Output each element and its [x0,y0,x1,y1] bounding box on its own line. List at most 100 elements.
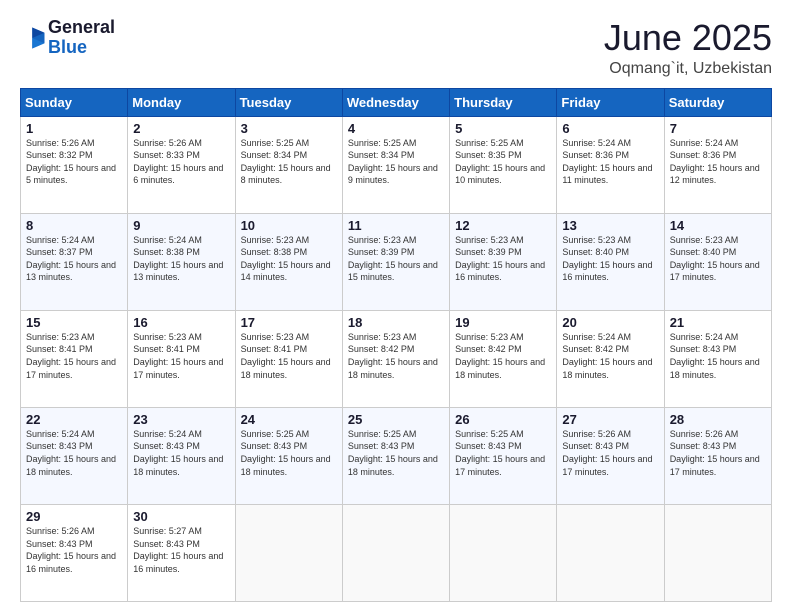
calendar-cell: 29 Sunrise: 5:26 AMSunset: 8:43 PMDaylig… [21,504,128,601]
day-info: Sunrise: 5:26 AMSunset: 8:43 PMDaylight:… [670,429,760,477]
header-tuesday: Tuesday [235,88,342,116]
day-number: 5 [455,121,551,136]
page: General Blue June 2025 Oqmang`it, Uzbeki… [0,0,792,612]
calendar-cell: 16 Sunrise: 5:23 AMSunset: 8:41 PMDaylig… [128,310,235,407]
day-info: Sunrise: 5:23 AMSunset: 8:39 PMDaylight:… [455,235,545,283]
day-number: 8 [26,218,122,233]
title-section: June 2025 Oqmang`it, Uzbekistan [604,18,772,78]
calendar-cell: 9 Sunrise: 5:24 AMSunset: 8:38 PMDayligh… [128,213,235,310]
header-row: Sunday Monday Tuesday Wednesday Thursday… [21,88,772,116]
calendar-cell: 19 Sunrise: 5:23 AMSunset: 8:42 PMDaylig… [450,310,557,407]
header-wednesday: Wednesday [342,88,449,116]
calendar-body: 1 Sunrise: 5:26 AMSunset: 8:32 PMDayligh… [21,116,772,601]
day-number: 24 [241,412,337,427]
calendar-cell [450,504,557,601]
day-number: 27 [562,412,658,427]
day-number: 22 [26,412,122,427]
main-title: June 2025 [604,18,772,58]
calendar-cell [557,504,664,601]
day-number: 29 [26,509,122,524]
day-info: Sunrise: 5:23 AMSunset: 8:38 PMDaylight:… [241,235,331,283]
day-number: 9 [133,218,229,233]
calendar-table: Sunday Monday Tuesday Wednesday Thursday… [20,88,772,602]
day-info: Sunrise: 5:24 AMSunset: 8:36 PMDaylight:… [562,138,652,186]
logo: General Blue [20,18,115,58]
calendar-week-1: 1 Sunrise: 5:26 AMSunset: 8:32 PMDayligh… [21,116,772,213]
logo-blue: Blue [48,38,115,58]
calendar-cell: 28 Sunrise: 5:26 AMSunset: 8:43 PMDaylig… [664,407,771,504]
day-info: Sunrise: 5:24 AMSunset: 8:36 PMDaylight:… [670,138,760,186]
day-info: Sunrise: 5:26 AMSunset: 8:43 PMDaylight:… [562,429,652,477]
calendar-cell: 10 Sunrise: 5:23 AMSunset: 8:38 PMDaylig… [235,213,342,310]
day-info: Sunrise: 5:24 AMSunset: 8:38 PMDaylight:… [133,235,223,283]
calendar-cell: 6 Sunrise: 5:24 AMSunset: 8:36 PMDayligh… [557,116,664,213]
header-thursday: Thursday [450,88,557,116]
day-info: Sunrise: 5:23 AMSunset: 8:41 PMDaylight:… [241,332,331,380]
header-saturday: Saturday [664,88,771,116]
header-monday: Monday [128,88,235,116]
day-info: Sunrise: 5:24 AMSunset: 8:37 PMDaylight:… [26,235,116,283]
calendar-cell: 1 Sunrise: 5:26 AMSunset: 8:32 PMDayligh… [21,116,128,213]
day-number: 23 [133,412,229,427]
logo-icon [20,24,48,52]
day-info: Sunrise: 5:23 AMSunset: 8:41 PMDaylight:… [133,332,223,380]
day-number: 13 [562,218,658,233]
calendar-cell: 27 Sunrise: 5:26 AMSunset: 8:43 PMDaylig… [557,407,664,504]
calendar-cell: 14 Sunrise: 5:23 AMSunset: 8:40 PMDaylig… [664,213,771,310]
day-info: Sunrise: 5:23 AMSunset: 8:40 PMDaylight:… [670,235,760,283]
calendar-cell: 17 Sunrise: 5:23 AMSunset: 8:41 PMDaylig… [235,310,342,407]
calendar-cell: 7 Sunrise: 5:24 AMSunset: 8:36 PMDayligh… [664,116,771,213]
day-number: 25 [348,412,444,427]
calendar-week-4: 22 Sunrise: 5:24 AMSunset: 8:43 PMDaylig… [21,407,772,504]
header-sunday: Sunday [21,88,128,116]
day-info: Sunrise: 5:25 AMSunset: 8:43 PMDaylight:… [348,429,438,477]
day-number: 18 [348,315,444,330]
day-number: 11 [348,218,444,233]
day-info: Sunrise: 5:25 AMSunset: 8:34 PMDaylight:… [241,138,331,186]
day-info: Sunrise: 5:25 AMSunset: 8:43 PMDaylight:… [455,429,545,477]
calendar-cell: 8 Sunrise: 5:24 AMSunset: 8:37 PMDayligh… [21,213,128,310]
calendar-cell: 11 Sunrise: 5:23 AMSunset: 8:39 PMDaylig… [342,213,449,310]
day-info: Sunrise: 5:24 AMSunset: 8:42 PMDaylight:… [562,332,652,380]
calendar-cell: 24 Sunrise: 5:25 AMSunset: 8:43 PMDaylig… [235,407,342,504]
calendar-week-5: 29 Sunrise: 5:26 AMSunset: 8:43 PMDaylig… [21,504,772,601]
logo-general: General [48,18,115,38]
top-section: General Blue June 2025 Oqmang`it, Uzbeki… [20,18,772,78]
day-number: 21 [670,315,766,330]
subtitle: Oqmang`it, Uzbekistan [604,60,772,78]
calendar-cell: 21 Sunrise: 5:24 AMSunset: 8:43 PMDaylig… [664,310,771,407]
day-number: 7 [670,121,766,136]
day-number: 1 [26,121,122,136]
logo-row: General Blue [20,18,115,58]
calendar-cell: 22 Sunrise: 5:24 AMSunset: 8:43 PMDaylig… [21,407,128,504]
calendar-cell: 5 Sunrise: 5:25 AMSunset: 8:35 PMDayligh… [450,116,557,213]
day-info: Sunrise: 5:25 AMSunset: 8:43 PMDaylight:… [241,429,331,477]
day-info: Sunrise: 5:26 AMSunset: 8:33 PMDaylight:… [133,138,223,186]
calendar-cell: 3 Sunrise: 5:25 AMSunset: 8:34 PMDayligh… [235,116,342,213]
day-info: Sunrise: 5:23 AMSunset: 8:40 PMDaylight:… [562,235,652,283]
day-number: 3 [241,121,337,136]
calendar-cell: 4 Sunrise: 5:25 AMSunset: 8:34 PMDayligh… [342,116,449,213]
day-number: 26 [455,412,551,427]
calendar-cell: 13 Sunrise: 5:23 AMSunset: 8:40 PMDaylig… [557,213,664,310]
day-info: Sunrise: 5:25 AMSunset: 8:34 PMDaylight:… [348,138,438,186]
day-info: Sunrise: 5:24 AMSunset: 8:43 PMDaylight:… [670,332,760,380]
day-number: 20 [562,315,658,330]
day-info: Sunrise: 5:25 AMSunset: 8:35 PMDaylight:… [455,138,545,186]
calendar-cell: 20 Sunrise: 5:24 AMSunset: 8:42 PMDaylig… [557,310,664,407]
day-number: 30 [133,509,229,524]
day-info: Sunrise: 5:23 AMSunset: 8:39 PMDaylight:… [348,235,438,283]
calendar-cell: 2 Sunrise: 5:26 AMSunset: 8:33 PMDayligh… [128,116,235,213]
day-number: 17 [241,315,337,330]
day-number: 15 [26,315,122,330]
calendar-cell: 18 Sunrise: 5:23 AMSunset: 8:42 PMDaylig… [342,310,449,407]
day-number: 14 [670,218,766,233]
day-number: 6 [562,121,658,136]
day-info: Sunrise: 5:23 AMSunset: 8:41 PMDaylight:… [26,332,116,380]
day-number: 28 [670,412,766,427]
day-info: Sunrise: 5:23 AMSunset: 8:42 PMDaylight:… [348,332,438,380]
day-info: Sunrise: 5:26 AMSunset: 8:43 PMDaylight:… [26,526,116,574]
calendar-cell: 30 Sunrise: 5:27 AMSunset: 8:43 PMDaylig… [128,504,235,601]
logo-words: General Blue [48,18,115,58]
calendar-header: Sunday Monday Tuesday Wednesday Thursday… [21,88,772,116]
